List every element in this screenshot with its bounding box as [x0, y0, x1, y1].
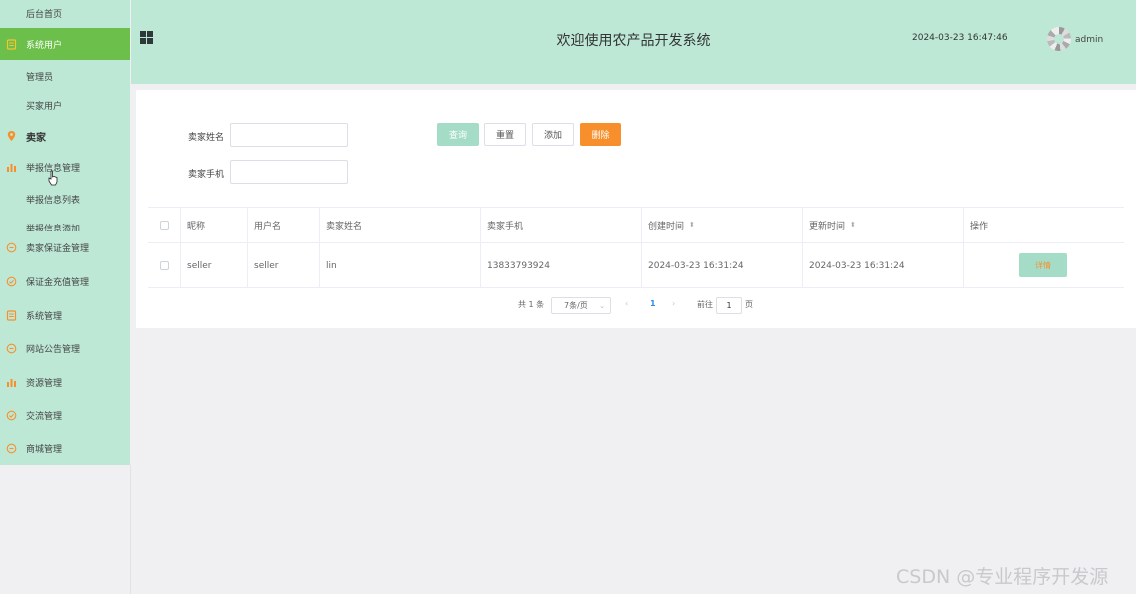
- sidebar-item-seller-deposit[interactable]: 卖家保证金管理: [0, 232, 130, 262]
- reset-button[interactable]: 重置: [484, 123, 526, 146]
- check-circle-icon: [6, 276, 17, 287]
- cell-username: seller: [247, 243, 319, 288]
- sidebar-item-communication[interactable]: 交流管理: [0, 400, 130, 430]
- sidebar-item-label: 系统用户: [26, 40, 63, 51]
- sidebar-item-resources[interactable]: 资源管理: [0, 367, 130, 397]
- username-label[interactable]: admin: [1075, 35, 1103, 45]
- sidebar-item-label: 卖家保证金管理: [26, 243, 90, 254]
- sidebar-item-label: 资源管理: [26, 378, 63, 389]
- select-all-checkbox[interactable]: [159, 220, 169, 230]
- sidebar-item-system-users[interactable]: 系统用户: [0, 28, 130, 60]
- avatar[interactable]: [1047, 27, 1071, 51]
- next-page-icon[interactable]: ›: [672, 299, 675, 308]
- seller-name-input[interactable]: [230, 123, 348, 147]
- seller-phone-input[interactable]: [230, 160, 348, 184]
- pagination: 共 1 条 7条/页 ⌄ ‹ 1 › 前往 1 页: [136, 297, 1136, 315]
- bar-chart-icon: [6, 377, 17, 388]
- sidebar-item-report-management[interactable]: 举报信息管理: [0, 152, 130, 182]
- chat-icon: [6, 242, 17, 253]
- seller-phone-label: 卖家手机: [187, 170, 224, 180]
- page-size-value: 7条/页: [564, 301, 588, 310]
- table-header: 昵称 用户名 卖家姓名 卖家手机 创建时间 ⬍ 更新时间 ⬍ 操作: [148, 208, 1124, 243]
- chat-icon: [6, 443, 17, 454]
- cell-updated-time: 2024-03-23 16:31:24: [802, 243, 963, 288]
- row-select-cell: [148, 243, 180, 288]
- header-nickname: 昵称: [180, 208, 247, 242]
- sidebar-item-label: 管理员: [26, 72, 54, 83]
- header-created-time-label: 创建时间: [648, 221, 685, 232]
- sidebar: 后台首页 系统用户 管理员 买家用户 卖家 举报信息管理 举报信息列表 举报信息…: [0, 0, 130, 465]
- add-button[interactable]: 添加: [532, 123, 574, 146]
- sidebar-item-label: 卖家: [26, 132, 46, 144]
- prev-page-icon[interactable]: ‹: [625, 299, 628, 308]
- sidebar-item-mall[interactable]: 商城管理: [0, 433, 130, 463]
- chat-icon: [6, 343, 17, 354]
- hand-cursor-icon: [48, 170, 58, 186]
- sort-caret-icon[interactable]: ⬍: [850, 221, 856, 229]
- sidebar-divider: [130, 465, 131, 594]
- watermark: CSDN @专业程序开发源: [896, 566, 1109, 588]
- cell-seller-phone: 13833793924: [480, 243, 641, 288]
- query-button[interactable]: 查询: [437, 123, 479, 146]
- header-created-time[interactable]: 创建时间 ⬍: [641, 208, 802, 242]
- sidebar-item-system-management[interactable]: 系统管理: [0, 300, 130, 330]
- goto-label: 前往: [697, 300, 713, 309]
- page-unit-label: 页: [745, 300, 753, 309]
- sidebar-item-label: 商城管理: [26, 444, 63, 455]
- document-icon: [6, 309, 17, 321]
- header-seller-name: 卖家姓名: [319, 208, 480, 242]
- header-updated-time-label: 更新时间: [809, 221, 846, 232]
- sidebar-item-label: 保证金充值管理: [26, 277, 90, 288]
- header-seller-phone: 卖家手机: [480, 208, 641, 242]
- content-card: 卖家姓名 卖家手机 查询 重置 添加 删除 昵称 用户名 卖家姓名 卖家手机 创…: [136, 90, 1136, 328]
- header-updated-time[interactable]: 更新时间 ⬍: [802, 208, 963, 242]
- header-actions: 操作: [963, 208, 1124, 242]
- current-datetime: 2024-03-23 16:47:46: [912, 33, 1008, 43]
- seller-name-label: 卖家姓名: [187, 133, 224, 143]
- delete-button[interactable]: 删除: [580, 123, 621, 146]
- sidebar-item-deposit-recharge[interactable]: 保证金充值管理: [0, 266, 130, 296]
- sidebar-item-admin[interactable]: 管理员: [0, 61, 130, 91]
- sidebar-item-label: 举报信息添加: [26, 225, 81, 231]
- document-icon: [6, 38, 17, 50]
- sidebar-item-home[interactable]: 后台首页: [0, 0, 130, 26]
- pager-total: 共 1 条: [518, 300, 545, 309]
- row-checkbox[interactable]: [159, 261, 169, 270]
- cell-nickname: seller: [180, 243, 247, 288]
- select-all-cell: [148, 208, 180, 242]
- seller-table: 昵称 用户名 卖家姓名 卖家手机 创建时间 ⬍ 更新时间 ⬍ 操作 seller…: [148, 207, 1124, 288]
- cell-created-time: 2024-03-23 16:31:24: [641, 243, 802, 288]
- location-pin-icon: [6, 131, 17, 142]
- bar-chart-icon: [6, 162, 17, 173]
- detail-button[interactable]: 详情: [1019, 253, 1067, 277]
- sidebar-item-buyer-users[interactable]: 买家用户: [0, 90, 130, 120]
- header-username: 用户名: [247, 208, 319, 242]
- sidebar-item-label: 后台首页: [26, 9, 63, 20]
- sidebar-item-label: 系统管理: [26, 311, 63, 322]
- sidebar-item-label: 举报信息列表: [26, 195, 81, 206]
- sidebar-item-label: 网站公告管理: [26, 344, 81, 355]
- sidebar-item-label: 交流管理: [26, 411, 63, 422]
- top-header: 欢迎使用农产品开发系统 2024-03-23 16:47:46 admin: [131, 0, 1136, 84]
- sidebar-item-report-list[interactable]: 举报信息列表: [0, 184, 130, 214]
- sidebar-item-report-add[interactable]: 举报信息添加: [0, 213, 130, 231]
- goto-page-input[interactable]: 1: [716, 297, 742, 314]
- chevron-down-icon: ⌄: [599, 301, 605, 310]
- sidebar-item-label: 买家用户: [26, 101, 63, 112]
- cell-seller-name: lin: [319, 243, 480, 288]
- page-number-current[interactable]: 1: [650, 299, 656, 308]
- page-size-select[interactable]: 7条/页 ⌄: [551, 297, 611, 314]
- sort-caret-icon[interactable]: ⬍: [689, 221, 695, 229]
- check-circle-icon: [6, 410, 17, 421]
- table-row: seller seller lin 13833793924 2024-03-23…: [148, 243, 1124, 288]
- sidebar-item-seller[interactable]: 卖家: [0, 121, 130, 151]
- sidebar-item-announcements[interactable]: 网站公告管理: [0, 333, 130, 363]
